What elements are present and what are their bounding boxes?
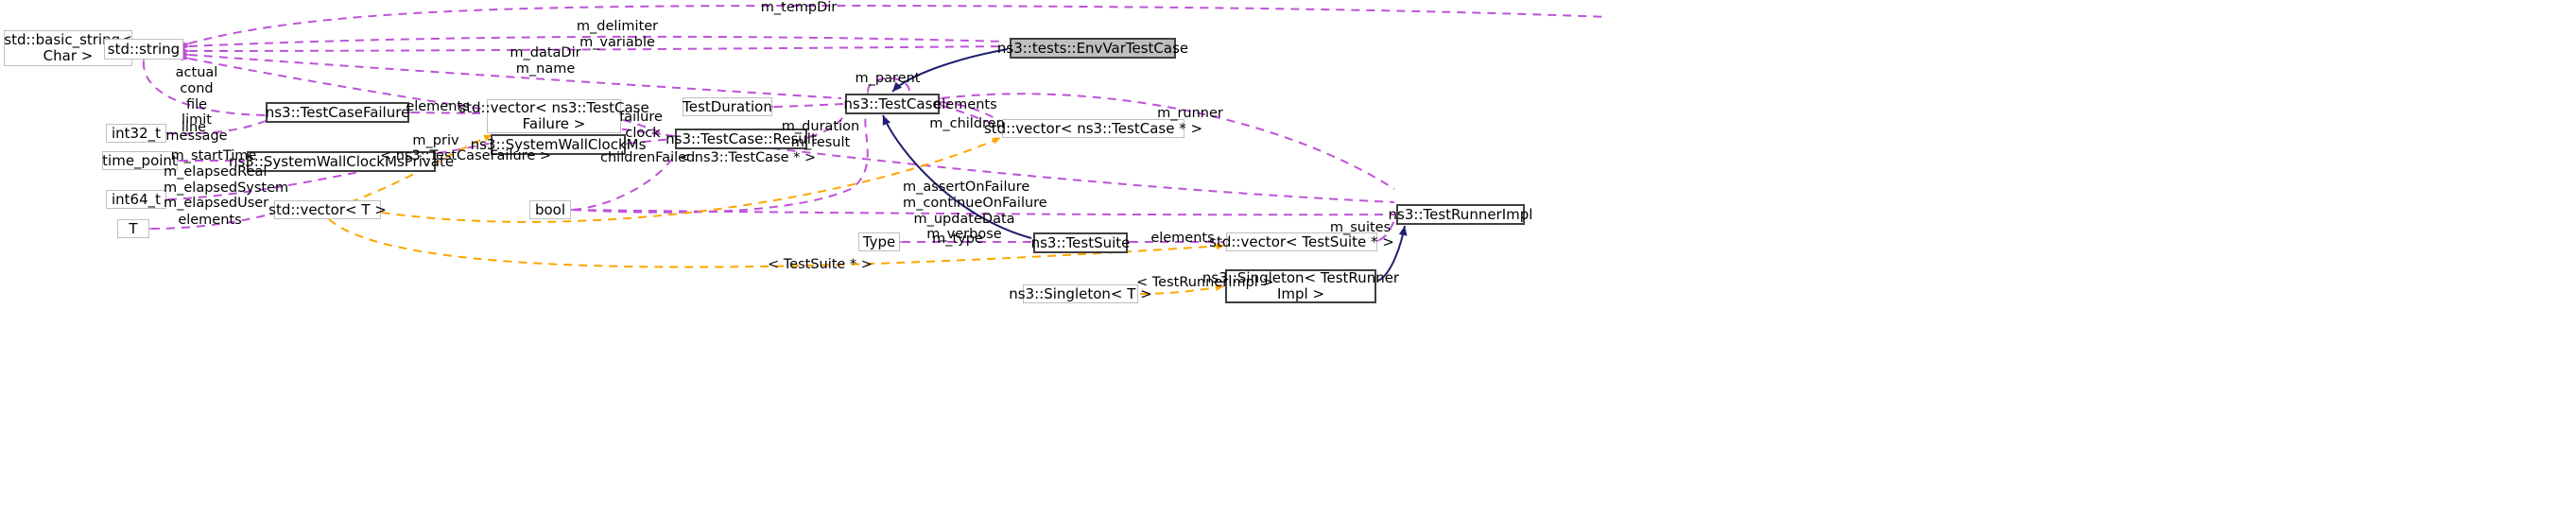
node-std-vector-t[interactable]: std::vector< T > — [268, 200, 387, 219]
edge-layer — [102, 4, 1608, 295]
edge-label-m-duration-m-result: m_duration m_result — [781, 119, 860, 150]
edge-label-clock-timing-fields: m_startTime m_elapsedReal m_elapsedSyste… — [164, 148, 289, 212]
node-ns3-testsuite[interactable]: ns3::TestSuite — [1031, 232, 1130, 253]
edge-label-elements-t: elements — [178, 213, 242, 228]
node-std-vector-testcasefailure[interactable]: std::vector< ns3::TestCase Failure > — [458, 99, 649, 133]
edge-label-template-testcasefailure: < ns3::TestCaseFailure > — [380, 148, 552, 163]
edge-label-m-type: m_type — [932, 232, 983, 247]
node-int64-t[interactable]: int64_t — [106, 190, 166, 209]
node-ns3-testcase[interactable]: ns3::TestCase — [843, 94, 942, 114]
edge-label-m-tempdir: m_tempDir — [760, 0, 838, 15]
edge-label-m-runner: m_runner — [1157, 106, 1223, 121]
edge-label-m-datadir-m-name: m_dataDir m_name — [510, 45, 581, 77]
edge-label-m-parent: m_parent — [855, 71, 921, 86]
edge-label-line: line — [181, 120, 207, 135]
edge-label-template-testrunnerimpl: < TestRunnerImpl > — [1136, 275, 1274, 290]
node-std-vector-testcase-ptr[interactable]: std::vector< ns3::TestCase * > — [984, 119, 1202, 138]
node-bool[interactable]: bool — [529, 200, 571, 219]
edge-label-elements-testcasefailure: elements — [406, 99, 470, 114]
edge-label-elements-testcase-ptr: elements — [933, 97, 997, 112]
node-type[interactable]: Type — [858, 232, 900, 251]
node-ns3-singleton-t[interactable]: ns3::Singleton< T > — [1009, 284, 1152, 303]
edge-label-clock: clock — [625, 126, 661, 141]
edge-label-m-suites: m_suites — [1329, 220, 1392, 235]
node-testduration[interactable]: TestDuration — [683, 97, 772, 116]
edge-label-m-priv: m_priv — [412, 133, 459, 148]
node-ns3-testcasefailure[interactable]: ns3::TestCaseFailure — [266, 102, 409, 123]
edge-label-elements-testsuite: elements — [1150, 231, 1215, 246]
edge-label-m-children: m_children — [929, 116, 1005, 131]
edge-label-failure: failure — [619, 110, 663, 125]
node-ns3-testrunnerimpl[interactable]: ns3::TestRunnerImpl — [1389, 204, 1532, 225]
collaboration-diagram: std::basic_string< Char > std::string in… — [0, 0, 2576, 532]
node-t[interactable]: T — [117, 219, 149, 238]
node-std-string[interactable]: std::string — [104, 39, 183, 60]
node-ns3-tests-envvartestcase[interactable]: ns3::tests::EnvVarTestCase — [997, 38, 1188, 59]
edge-label-template-testcase-ptr: < ns3::TestCase * > — [679, 150, 817, 165]
edge-label-template-testsuite-ptr: < TestSuite * > — [768, 257, 873, 272]
